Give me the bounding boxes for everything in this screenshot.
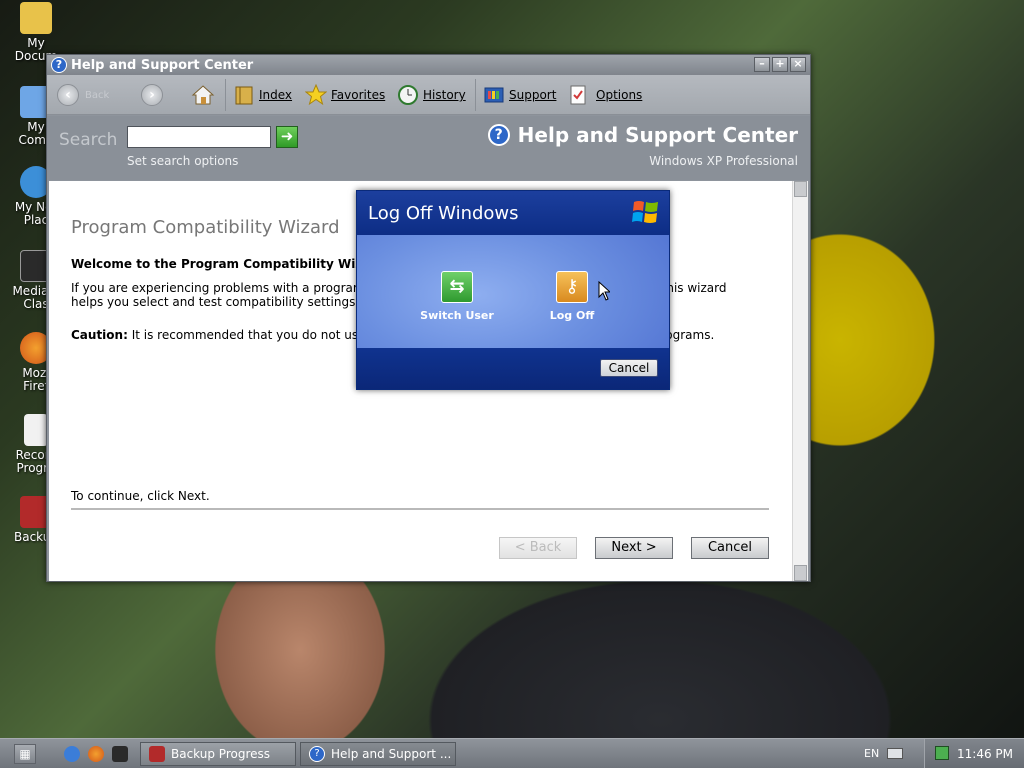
back-button[interactable]: ‹ Back (57, 83, 109, 107)
set-search-options-link[interactable]: Set search options (127, 154, 238, 168)
help-icon: ? (309, 746, 325, 762)
clock[interactable]: 11:46 PM (957, 747, 1013, 761)
scroll-up-icon[interactable] (794, 181, 807, 197)
close-button[interactable]: × (790, 57, 806, 72)
search-label: Search (59, 130, 118, 150)
header-title: ? Help and Support Center (487, 123, 798, 147)
start-grid-icon: ▦ (19, 747, 31, 761)
logoff-body: ⇆ Switch User ⚷ Log Off (357, 235, 669, 348)
index-book-icon (235, 86, 253, 105)
back-arrow-icon: ‹ (57, 84, 79, 106)
switch-user-icon: ⇆ (441, 271, 473, 303)
vertical-scrollbar[interactable] (792, 181, 808, 581)
quicklaunch-media-player-icon[interactable] (112, 746, 128, 762)
taskbar: ▦ Backup Progress ? Help and Support ...… (0, 738, 1024, 768)
support-icon (484, 87, 504, 103)
header-subtitle: Windows XP Professional (649, 154, 798, 168)
windows-flag-icon (632, 201, 658, 223)
document-icon (24, 414, 48, 446)
forward-button[interactable]: › (141, 83, 163, 107)
forward-arrow-icon: › (141, 84, 163, 106)
favorites-button[interactable]: Favorites (305, 83, 385, 107)
support-button[interactable]: Support (483, 83, 556, 107)
options-button[interactable]: Options (567, 83, 642, 107)
window-titlebar[interactable]: ? Help and Support Center – + × (47, 55, 810, 75)
logoff-footer: Cancel (357, 348, 669, 389)
logoff-title: Log Off Windows (368, 203, 519, 224)
mouse-pointer-icon (598, 281, 610, 301)
task-backup-progress[interactable]: Backup Progress (140, 742, 296, 766)
history-clock-icon (398, 85, 418, 105)
index-button[interactable]: Index (233, 83, 292, 107)
language-indicator[interactable]: EN (864, 747, 879, 760)
arrow-right-icon: ➜ (280, 127, 294, 145)
window-title: Help and Support Center (71, 58, 254, 73)
logoff-dialog: Log Off Windows ⇆ Switch User ⚷ Log Off … (356, 190, 670, 390)
toolbar-separator (475, 79, 476, 111)
help-icon: ? (51, 57, 67, 73)
wizard-cancel-button[interactable]: Cancel (691, 537, 769, 559)
maximize-button[interactable]: + (772, 57, 788, 72)
wizard-continue-text: To continue, click Next. (71, 489, 210, 503)
backup-progress-icon (149, 746, 165, 762)
switch-user-option[interactable]: ⇆ Switch User (412, 271, 502, 322)
system-tray: 11:46 PM (924, 739, 1024, 768)
toolbar-separator (225, 79, 226, 111)
minimize-button[interactable]: – (754, 57, 770, 72)
history-button[interactable]: History (397, 83, 466, 107)
scroll-down-icon[interactable] (794, 565, 807, 581)
search-go-button[interactable]: ➜ (276, 126, 298, 148)
toolbar: ‹ Back › Index Favorites History Support… (47, 75, 810, 115)
wizard-back-button[interactable]: < Back (499, 537, 577, 559)
keyboard-icon[interactable] (887, 748, 903, 759)
folder-documents-icon (20, 2, 52, 34)
task-help-and-support[interactable]: ? Help and Support ... (300, 742, 456, 766)
home-button[interactable] (191, 83, 215, 107)
home-icon (191, 85, 215, 105)
wizard-separator (71, 508, 769, 510)
search-input[interactable] (127, 126, 271, 148)
quicklaunch-firefox-icon[interactable] (88, 746, 104, 762)
logoff-cancel-button[interactable]: Cancel (600, 359, 658, 377)
favorites-star-icon (305, 84, 327, 106)
search-band: Search ➜ Set search options ? Help and S… (47, 116, 810, 180)
wizard-next-button[interactable]: Next > (595, 537, 673, 559)
options-checklist-icon (570, 85, 586, 105)
start-button[interactable]: ▦ (14, 744, 36, 764)
key-icon: ⚷ (556, 271, 588, 303)
network-icon[interactable] (935, 746, 949, 760)
quicklaunch-ie-icon[interactable] (64, 746, 80, 762)
help-icon: ? (487, 124, 510, 146)
wizard-title: Program Compatibility Wizard (71, 217, 340, 238)
logoff-header: Log Off Windows (357, 191, 669, 235)
